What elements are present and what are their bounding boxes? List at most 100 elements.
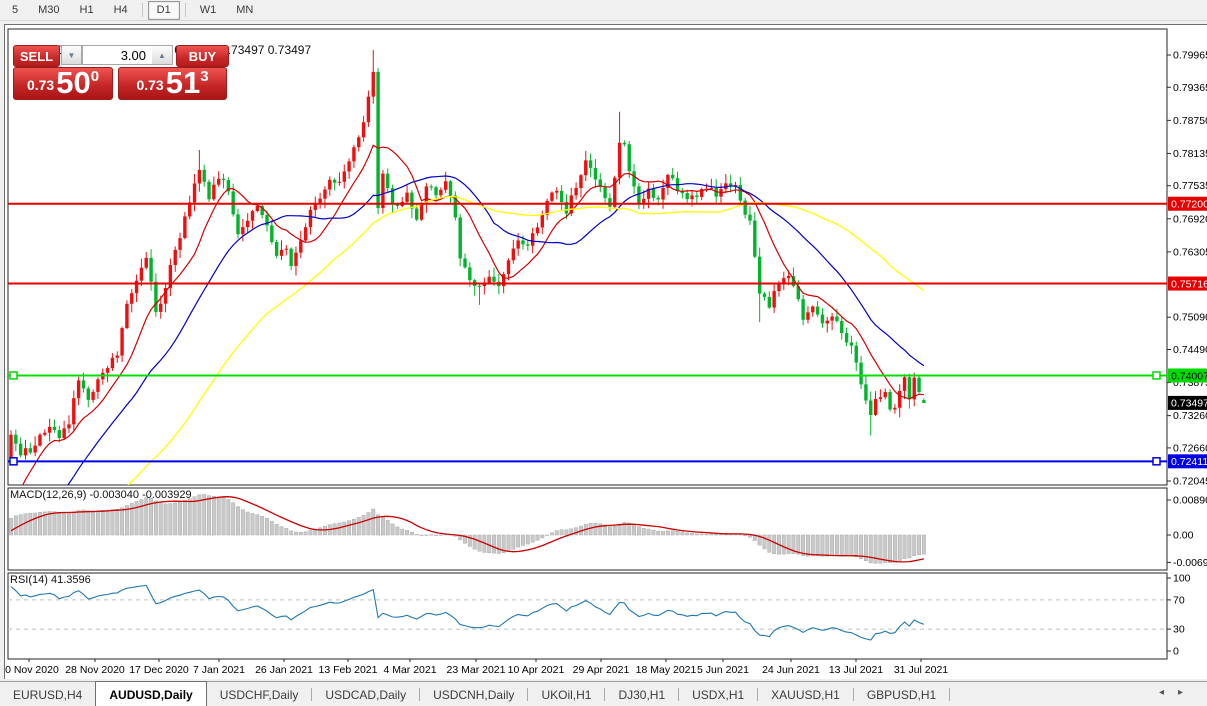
macd-bar (164, 504, 167, 535)
macd-bar (77, 511, 80, 535)
bid-price-point: 0 (91, 68, 99, 85)
macd-bar (545, 535, 548, 536)
macd-bar (700, 534, 703, 535)
candle (43, 433, 46, 435)
chart-tab-usdchf[interactable]: USDCHF,Daily (207, 682, 312, 706)
macd-bar (903, 535, 906, 559)
candle (478, 286, 481, 287)
macd-bar (116, 509, 119, 535)
bid-quote-button[interactable]: 0.73 50 0 (13, 67, 113, 100)
candle (140, 268, 143, 281)
chart-tab-dj30[interactable]: DJ30,H1 (605, 682, 678, 706)
macd-bar (705, 534, 708, 535)
macd-bar (661, 531, 664, 535)
timeframe-button-m30[interactable]: M30 (29, 1, 68, 20)
candle (917, 378, 920, 392)
macd-bar (72, 512, 75, 535)
chart-tab-audusd[interactable]: AUDUSD,Daily (95, 681, 206, 706)
macd-bar (666, 531, 669, 535)
macd-bar (352, 519, 355, 535)
hline-handle[interactable] (1153, 458, 1160, 465)
date-tick-label: 26 Jan 2021 (255, 664, 313, 676)
macd-bar (178, 502, 181, 535)
candle (251, 211, 254, 221)
candle (444, 181, 447, 190)
hline-handle[interactable] (10, 458, 17, 465)
chart-canvas[interactable]: 0.799650.793650.787500.781350.775350.769… (5, 25, 1207, 679)
tab-scroll-right-icon[interactable]: ▸ (1178, 687, 1197, 698)
hline-handle[interactable] (10, 372, 17, 379)
macd-bar (101, 510, 104, 535)
macd-bar (913, 535, 916, 556)
candle (507, 260, 510, 274)
chart-tab-gbpusd[interactable]: GBPUSD,H1 (854, 682, 949, 706)
volume-input[interactable] (82, 45, 152, 65)
volume-decrement-button[interactable]: ▼ (61, 45, 82, 65)
macd-bar (492, 535, 495, 553)
macd-bar (275, 524, 278, 535)
candle (212, 185, 215, 200)
macd-bar (289, 531, 292, 535)
macd-bar (439, 535, 442, 536)
price-tick-label: 0.76305 (1173, 246, 1207, 258)
macd-bar (111, 510, 114, 535)
macd-bar (657, 531, 660, 535)
date-tick-label: 29 Apr 2021 (573, 664, 630, 676)
tab-scroll-left-icon[interactable]: ◂ (1159, 687, 1178, 698)
macd-tick-label: 0.008903 (1173, 494, 1207, 506)
candle (410, 193, 413, 209)
macd-bar (541, 535, 544, 538)
candle (241, 227, 244, 234)
candle (449, 181, 452, 195)
candle (304, 227, 307, 240)
tab-scroll-arrows[interactable]: ◂▸ (1159, 687, 1197, 698)
hline-handle[interactable] (1153, 372, 1160, 379)
sell-button[interactable]: SELL (13, 45, 60, 67)
macd-bar (53, 512, 56, 535)
chart-window[interactable]: 0.799650.793650.787500.781350.775350.769… (4, 24, 1207, 679)
timeframe-button-mn[interactable]: MN (227, 1, 262, 20)
candle (439, 190, 442, 195)
macd-bar (372, 509, 375, 535)
date-tick-label: 10 Apr 2021 (508, 664, 565, 676)
macd-bar (618, 524, 621, 535)
chart-tab-ukoil[interactable]: UKOil,H1 (528, 682, 604, 706)
chart-tab-usdcnh[interactable]: USDCNH,Daily (420, 682, 527, 706)
chart-tab-xauusd[interactable]: XAUUSD,H1 (758, 682, 853, 706)
candle (222, 179, 225, 180)
candle (584, 160, 587, 175)
candle (922, 400, 925, 403)
timeframe-button-5[interactable]: 5 (3, 1, 27, 20)
macd-bar (251, 514, 254, 535)
macd-bar (265, 518, 268, 535)
macd-bar (710, 534, 713, 535)
candle (594, 168, 597, 180)
candle (855, 346, 858, 363)
macd-bar (188, 499, 191, 535)
macd-bar (256, 515, 259, 535)
chart-tab-eurusd[interactable]: EURUSD,H4 (0, 682, 95, 706)
timeframe-button-d1[interactable]: D1 (148, 1, 180, 20)
candle (729, 183, 732, 185)
macd-bar (690, 533, 693, 535)
volume-increment-button[interactable]: ▲ (152, 45, 173, 65)
timeframe-button-h4[interactable]: H4 (105, 1, 137, 20)
bid-price-label: 0.73497 (1171, 398, 1207, 410)
ask-quote-button[interactable]: 0.73 51 3 (118, 67, 227, 100)
timeframe-button-w1[interactable]: W1 (191, 1, 226, 20)
chart-tab-usdcad[interactable]: USDCAD,Daily (312, 682, 419, 706)
macd-bar (676, 531, 679, 535)
macd-bar (410, 532, 413, 535)
candle (328, 180, 331, 190)
macd-bar (140, 500, 143, 535)
candle (840, 321, 843, 333)
macd-bar (82, 510, 85, 535)
candle (116, 356, 119, 358)
timeframe-button-h1[interactable]: H1 (71, 1, 103, 20)
buy-button[interactable]: BUY (176, 45, 229, 67)
candle (898, 391, 901, 408)
candle (207, 182, 210, 199)
macd-bar (323, 526, 326, 535)
candle (145, 258, 148, 268)
chart-tab-usdx[interactable]: USDX,H1 (679, 682, 757, 706)
